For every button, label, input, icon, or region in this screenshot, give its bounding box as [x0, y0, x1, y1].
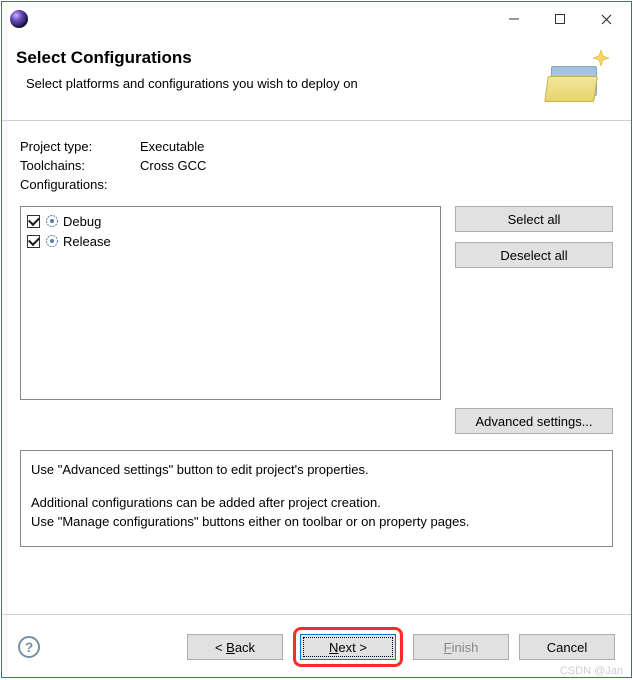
- advanced-settings-button[interactable]: Advanced settings...: [455, 408, 613, 434]
- banner: Select Configurations Select platforms a…: [2, 36, 631, 121]
- checkbox-icon[interactable]: [27, 215, 40, 228]
- annotation-highlight: Next >: [293, 627, 403, 667]
- maximize-button[interactable]: [537, 4, 583, 34]
- next-button[interactable]: Next >: [300, 634, 396, 660]
- project-type-value: Executable: [140, 139, 204, 154]
- config-icon: [44, 234, 59, 249]
- configurations-list[interactable]: Debug Release: [20, 206, 441, 400]
- deselect-all-button[interactable]: Deselect all: [455, 242, 613, 268]
- finish-button: Finish: [413, 634, 509, 660]
- banner-subtitle: Select platforms and configurations you …: [26, 76, 531, 91]
- content-area: Project type: Executable Toolchains: Cro…: [2, 121, 631, 614]
- close-button[interactable]: [583, 4, 629, 34]
- list-item[interactable]: Debug: [27, 211, 434, 231]
- minimize-button[interactable]: [491, 4, 537, 34]
- info-line: Additional configurations can be added a…: [31, 494, 602, 513]
- help-icon[interactable]: ?: [18, 636, 40, 658]
- titlebar: [2, 2, 631, 36]
- cancel-button[interactable]: Cancel: [519, 634, 615, 660]
- select-all-button[interactable]: Select all: [455, 206, 613, 232]
- list-item-label: Release: [63, 234, 111, 249]
- checkbox-icon[interactable]: [27, 235, 40, 248]
- info-line: Use "Manage configurations" buttons eith…: [31, 513, 602, 532]
- back-button[interactable]: < Back: [187, 634, 283, 660]
- project-type-label: Project type:: [20, 139, 140, 154]
- list-item-label: Debug: [63, 214, 101, 229]
- dialog-window: Select Configurations Select platforms a…: [1, 1, 632, 678]
- toolchains-label: Toolchains:: [20, 158, 140, 173]
- config-icon: [44, 214, 59, 229]
- toolchains-value: Cross GCC: [140, 158, 206, 173]
- info-panel: Use "Advanced settings" button to edit p…: [20, 450, 613, 547]
- list-item[interactable]: Release: [27, 231, 434, 251]
- wizard-banner-icon: [543, 46, 613, 108]
- info-line: Use "Advanced settings" button to edit p…: [31, 461, 602, 480]
- button-bar: ? < Back Next > Finish Cancel: [2, 614, 631, 677]
- configurations-label: Configurations:: [20, 177, 140, 192]
- eclipse-icon: [10, 10, 28, 28]
- banner-title: Select Configurations: [16, 48, 531, 68]
